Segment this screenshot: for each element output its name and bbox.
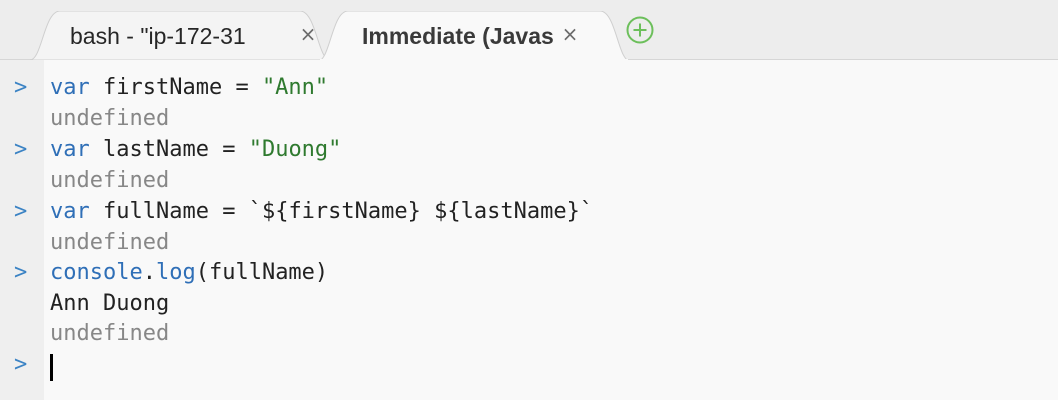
prompt-chevron-icon: >: [14, 199, 28, 224]
log-method: log: [155, 260, 196, 285]
prompt-chevron-icon: >: [14, 75, 28, 100]
add-tab-button[interactable]: [625, 15, 655, 45]
code-text: fullName =: [89, 199, 249, 224]
output-text: undefined: [50, 106, 170, 131]
string-literal: "Ann": [261, 75, 329, 100]
output-text: undefined: [50, 168, 170, 193]
console-input-line: > var lastName = "Duong": [0, 135, 1058, 165]
prompt-chevron-icon: >: [14, 352, 28, 377]
output-text: undefined: [50, 321, 170, 346]
console-log-line: Ann Duong: [0, 289, 1058, 319]
output-text: undefined: [50, 230, 170, 255]
tab-bash-label: bash - "ip-172-31: [70, 23, 246, 49]
keyword: var: [50, 75, 90, 100]
ide-immediate-window: bash - "ip-172-31 × Immediate (Javas × >…: [0, 0, 1058, 400]
tab-immediate-label: Immediate (Javas: [362, 23, 554, 49]
input-code: var firstName = "Ann": [50, 73, 328, 103]
console-input-line: > var fullName = `${firstName} ${lastNam…: [0, 197, 1058, 227]
string-literal: "Duong": [248, 137, 342, 162]
console-output-line: undefined: [0, 319, 1058, 349]
console-input-line: > var firstName = "Ann": [0, 73, 1058, 103]
tab-bar: bash - "ip-172-31 × Immediate (Javas ×: [0, 0, 1058, 61]
console-input-line: > console.log(fullName): [0, 258, 1058, 288]
log-output-text: Ann Duong: [50, 291, 170, 316]
template-literal: `${firstName} ${lastName}`: [248, 199, 594, 224]
console-output-line: undefined: [0, 228, 1058, 258]
keyword: var: [50, 137, 90, 162]
tab-bash-close-icon[interactable]: ×: [297, 21, 319, 47]
tab-immediate-javascript[interactable]: Immediate (Javas ×: [318, 11, 630, 61]
console-output-line: undefined: [0, 166, 1058, 196]
input-code: var fullName = `${firstName} ${lastName}…: [50, 197, 593, 227]
console-object: console: [50, 260, 143, 285]
input-code: console.log(fullName): [50, 258, 328, 288]
tab-bash-terminal[interactable]: bash - "ip-172-31 ×: [30, 11, 330, 60]
call-args: (fullName): [195, 260, 329, 285]
console-active-prompt-line[interactable]: >: [0, 350, 1058, 381]
tab-immediate-close-icon[interactable]: ×: [559, 21, 581, 47]
input-code: var lastName = "Duong": [50, 135, 341, 165]
console-output-line: undefined: [0, 104, 1058, 134]
code-text: lastName =: [89, 137, 249, 162]
text-cursor: [50, 354, 53, 381]
plus-circle-icon: [626, 16, 654, 44]
prompt-chevron-icon: >: [14, 260, 28, 285]
code-text: firstName =: [89, 75, 262, 100]
dot: .: [142, 260, 156, 285]
keyword: var: [50, 199, 90, 224]
immediate-console[interactable]: > var firstName = "Ann" undefined > var …: [0, 60, 1058, 400]
prompt-chevron-icon: >: [14, 137, 28, 162]
